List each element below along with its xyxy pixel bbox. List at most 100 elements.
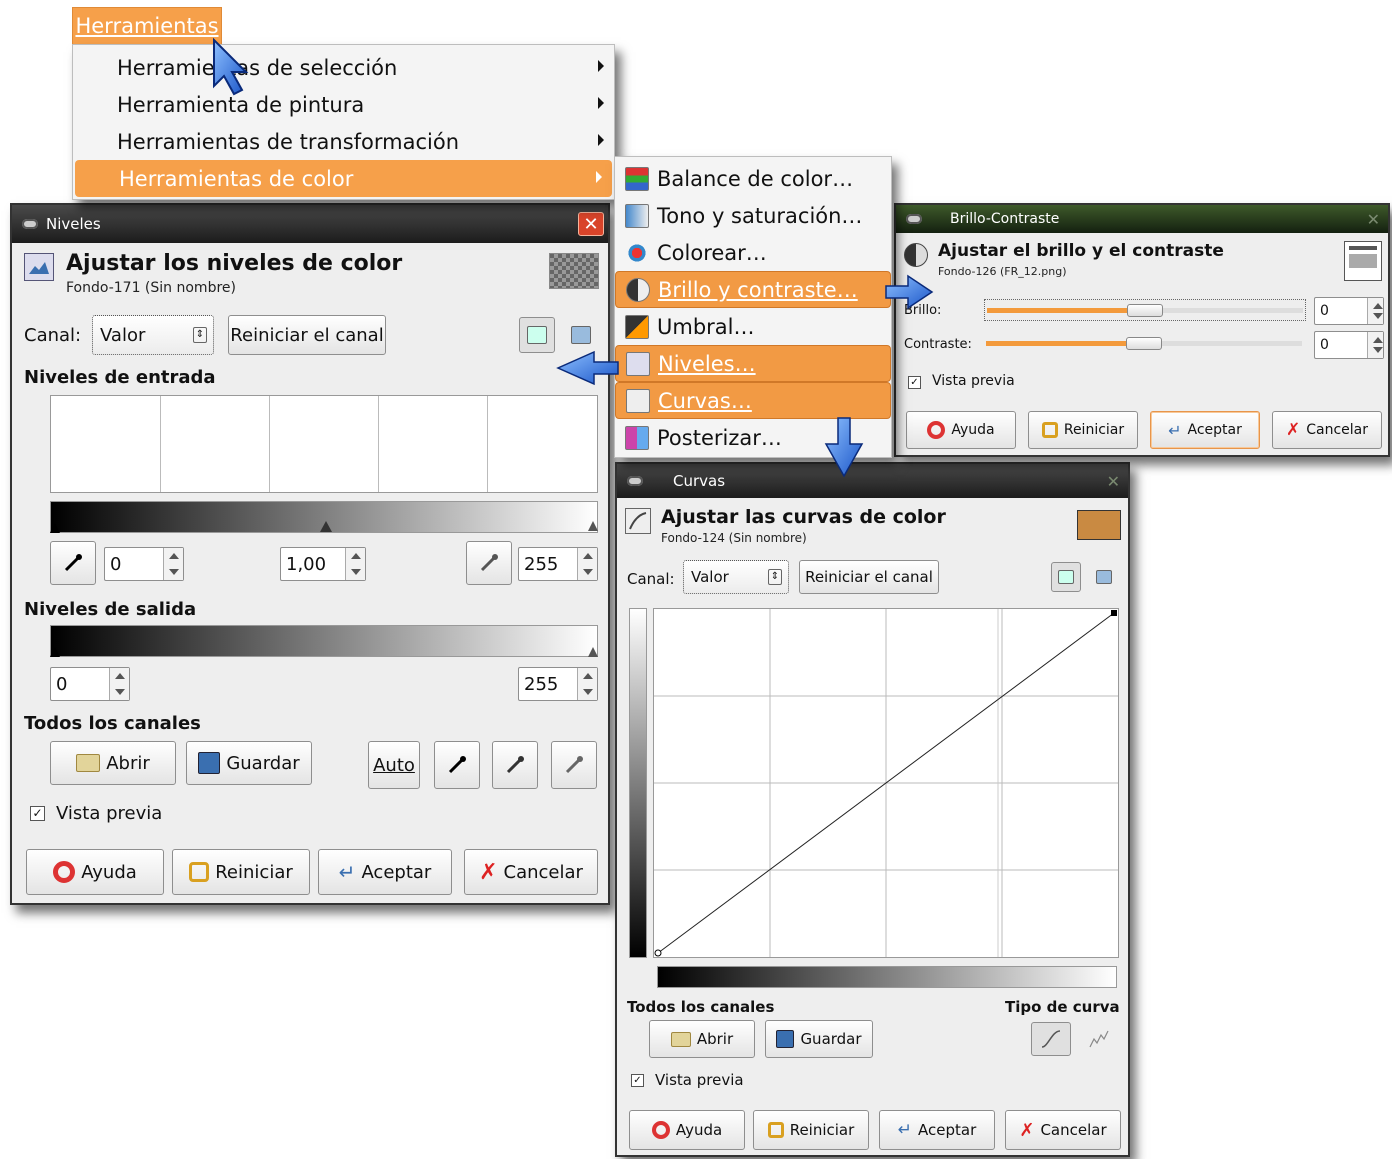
channel-select-value: Valor [100, 324, 146, 346]
brightness-titlebar[interactable]: Brillo-Contraste ✕ [896, 205, 1388, 233]
pick-gray-button[interactable] [492, 741, 538, 789]
menu-item-transform-tools[interactable]: Herramientas de transformación [73, 123, 614, 160]
brightness-preview-checkbox[interactable]: ✓ [908, 376, 921, 389]
contrast-spin[interactable]: 0 [1314, 331, 1384, 359]
pick-black-button[interactable] [434, 741, 480, 789]
floppy-icon [776, 1030, 795, 1048]
brightness-accept-button[interactable]: ↵ Aceptar [1150, 411, 1260, 449]
chevron-updown-icon: ⇕ [193, 327, 207, 343]
save-button[interactable]: Guardar [186, 741, 312, 785]
brightness-cancel-button[interactable]: ✗ Cancelar [1272, 411, 1382, 449]
gamma-spin[interactable]: 1,00 [280, 547, 366, 581]
spin-arrows-icon[interactable] [1367, 332, 1383, 358]
slider-thumb[interactable] [1127, 304, 1163, 317]
all-channels-heading: Todos los canales [24, 713, 201, 734]
brightness-reset-button[interactable]: Reiniciar [1028, 411, 1138, 449]
brightness-spin[interactable]: 0 [1314, 297, 1384, 325]
curves-reset-channel-button[interactable]: Reiniciar el canal [799, 560, 939, 594]
output-high-spin[interactable]: 255 [518, 667, 598, 701]
reset-channel-button[interactable]: Reiniciar el canal [228, 315, 386, 355]
output-low-spin[interactable]: 0 [50, 667, 130, 701]
submenu-item-brightness-contrast[interactable]: Brillo y contraste… [615, 271, 891, 308]
help-button[interactable]: Ayuda [26, 849, 164, 895]
brightness-help-button[interactable]: Ayuda [906, 411, 1016, 449]
input-low-spin[interactable]: 0 [104, 547, 184, 581]
submenu-item-levels[interactable]: Niveles… [615, 345, 891, 382]
submenu-item-posterize[interactable]: Posterizar… [615, 419, 891, 456]
menubar-herramientas[interactable]: Herramientas [72, 7, 222, 45]
log-histogram-button[interactable] [564, 317, 598, 353]
spin-arrows-icon[interactable] [345, 548, 365, 580]
brightness-preview-label: Vista previa [932, 373, 1015, 389]
enter-arrow-icon: ↵ [1168, 420, 1182, 440]
submenu-item-label: Posterizar… [657, 425, 782, 450]
curve-type-heading: Tipo de curva [1005, 998, 1120, 1016]
auto-button[interactable]: Auto [368, 741, 420, 789]
menu-item-color-tools[interactable]: Herramientas de color [75, 160, 612, 197]
curves-log-histogram-button[interactable] [1089, 562, 1119, 592]
close-icon[interactable]: ✕ [1367, 210, 1380, 229]
curves-save-button[interactable]: Guardar [765, 1020, 873, 1058]
reset-button[interactable]: Reiniciar [172, 849, 310, 895]
close-icon[interactable]: ✕ [1107, 472, 1120, 491]
output-white-handle[interactable] [588, 647, 598, 657]
black-point-handle[interactable] [50, 523, 60, 533]
curves-preview-checkbox[interactable]: ✓ [631, 1074, 644, 1087]
curves-channel-select[interactable]: Valor ⇕ [683, 560, 789, 594]
freehand-curve-button[interactable] [1079, 1022, 1119, 1056]
tools-menu: Herramientas de selección Herramienta de… [72, 44, 615, 200]
levels-window: Niveles ✕ Ajustar los niveles de color F… [10, 203, 610, 905]
slider-thumb[interactable] [1126, 337, 1162, 350]
levels-icon [24, 253, 54, 281]
floppy-icon [198, 752, 221, 774]
menu-item-selection-tools[interactable]: Herramientas de selección [73, 49, 614, 86]
channel-select[interactable]: Valor ⇕ [92, 315, 214, 355]
submenu-item-hue-saturation[interactable]: Tono y saturación… [615, 197, 891, 234]
curves-cancel-button[interactable]: ✗ Cancelar [1005, 1110, 1121, 1150]
color-balance-icon [625, 166, 649, 191]
smooth-curve-button[interactable] [1031, 1022, 1071, 1056]
black-picker-button[interactable] [50, 541, 96, 585]
curves-help-button[interactable]: Ayuda [629, 1110, 745, 1150]
white-picker-button[interactable] [466, 541, 512, 585]
menu-item-label: Herramientas de selección [117, 55, 398, 80]
cancel-button[interactable]: ✗ Cancelar [464, 849, 598, 895]
log-histogram-icon [1096, 570, 1112, 584]
accept-button[interactable]: ↵ Aceptar [318, 849, 452, 895]
reset-label: Reiniciar [215, 861, 293, 883]
close-icon[interactable]: ✕ [578, 212, 604, 236]
curves-accept-button[interactable]: ↵ Aceptar [879, 1110, 995, 1150]
spin-arrows-icon[interactable] [577, 668, 597, 700]
output-black-handle[interactable] [50, 647, 60, 657]
log-histogram-icon [571, 326, 591, 344]
spin-arrows-icon[interactable] [109, 668, 129, 700]
curves-reset-button[interactable]: Reiniciar [753, 1110, 869, 1150]
contrast-slider[interactable] [984, 333, 1306, 355]
curves-save-label: Guardar [800, 1030, 862, 1048]
white-point-handle[interactable] [588, 521, 598, 531]
spin-arrows-icon[interactable] [163, 548, 183, 580]
input-histogram [50, 395, 598, 493]
brightness-slider[interactable] [984, 299, 1306, 321]
curves-linear-histogram-button[interactable] [1051, 562, 1081, 592]
hue-saturation-icon [625, 203, 649, 228]
curves-titlebar[interactable]: Curvas ✕ [617, 464, 1128, 498]
open-button[interactable]: Abrir [50, 741, 176, 785]
menu-item-paint-tools[interactable]: Herramienta de pintura [73, 86, 614, 123]
submenu-item-colorize[interactable]: Colorear… [615, 234, 891, 271]
submenu-item-color-balance[interactable]: Balance de color… [615, 160, 891, 197]
spin-arrows-icon[interactable] [577, 548, 597, 580]
submenu-item-curves[interactable]: Curvas… [615, 382, 891, 419]
input-high-spin[interactable]: 255 [518, 547, 598, 581]
pick-white-button[interactable] [551, 741, 597, 789]
submenu-item-threshold[interactable]: Umbral… [615, 308, 891, 345]
reset-icon [189, 862, 210, 882]
curves-open-button[interactable]: Abrir [649, 1020, 755, 1058]
levels-titlebar[interactable]: Niveles ✕ [12, 205, 608, 243]
preview-checkbox[interactable]: ✓ [30, 806, 45, 821]
linear-histogram-button[interactable] [519, 317, 555, 353]
spin-arrows-icon[interactable] [1367, 298, 1383, 324]
curve-graph[interactable] [653, 608, 1119, 958]
gamma-handle[interactable] [320, 521, 332, 532]
curves-preview-label: Vista previa [655, 1071, 744, 1089]
